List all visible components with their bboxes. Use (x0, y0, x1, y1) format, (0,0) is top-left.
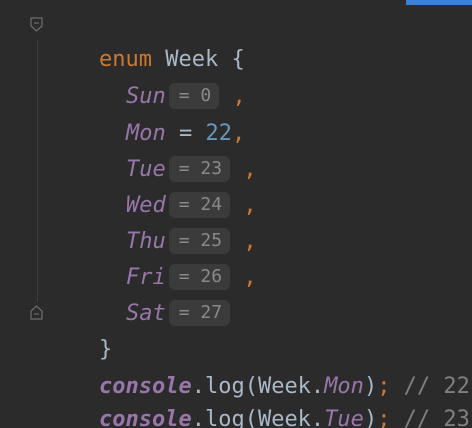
code-line-member-mon[interactable]: Mon = 22, (73, 80, 245, 146)
code-line-close-brace[interactable]: } (46, 296, 112, 362)
comma: , (230, 265, 257, 290)
log-method: log (204, 407, 245, 428)
scroll-position-marker[interactable] (406, 0, 472, 5)
dot: . (191, 407, 205, 428)
code-line-enum-declaration[interactable]: enum Week { (46, 6, 245, 72)
code-line-member-tue[interactable]: Tue = 23 , (73, 116, 257, 182)
indent-guide (37, 40, 38, 302)
member-name: Sat (125, 301, 166, 326)
console-object: console (98, 407, 192, 428)
enum-member-ref: Tue (324, 407, 364, 428)
code-line-member-sun[interactable]: Sun = 0 , (73, 43, 246, 109)
editor-gutter (0, 0, 30, 428)
code-line-member-fri[interactable]: Fri = 26 , (73, 224, 257, 290)
semicolon: ; (377, 407, 391, 428)
code-line-member-wed[interactable]: Wed = 24 , (73, 152, 257, 218)
fold-close-icon[interactable] (30, 305, 43, 320)
code-line-log-mon[interactable]: console.log(Week.Mon); // 22 (46, 333, 470, 399)
call-open: (Week. (244, 407, 325, 428)
code-line-log-tue[interactable]: console.log(Week.Tue); // 23 (46, 366, 470, 428)
code-editor[interactable]: enum Week { Sun = 0 , Mon = 22, Tue = 23 ,… (0, 0, 472, 428)
inlay-value-hint: = 27 (168, 300, 231, 326)
call-close: ) (363, 407, 378, 428)
fold-open-icon[interactable] (30, 17, 43, 32)
code-line-member-thu[interactable]: Thu = 25 , (73, 188, 257, 254)
code-line-member-sat[interactable]: Sat = 27 (73, 260, 231, 326)
line-comment: // 23 (390, 407, 470, 428)
